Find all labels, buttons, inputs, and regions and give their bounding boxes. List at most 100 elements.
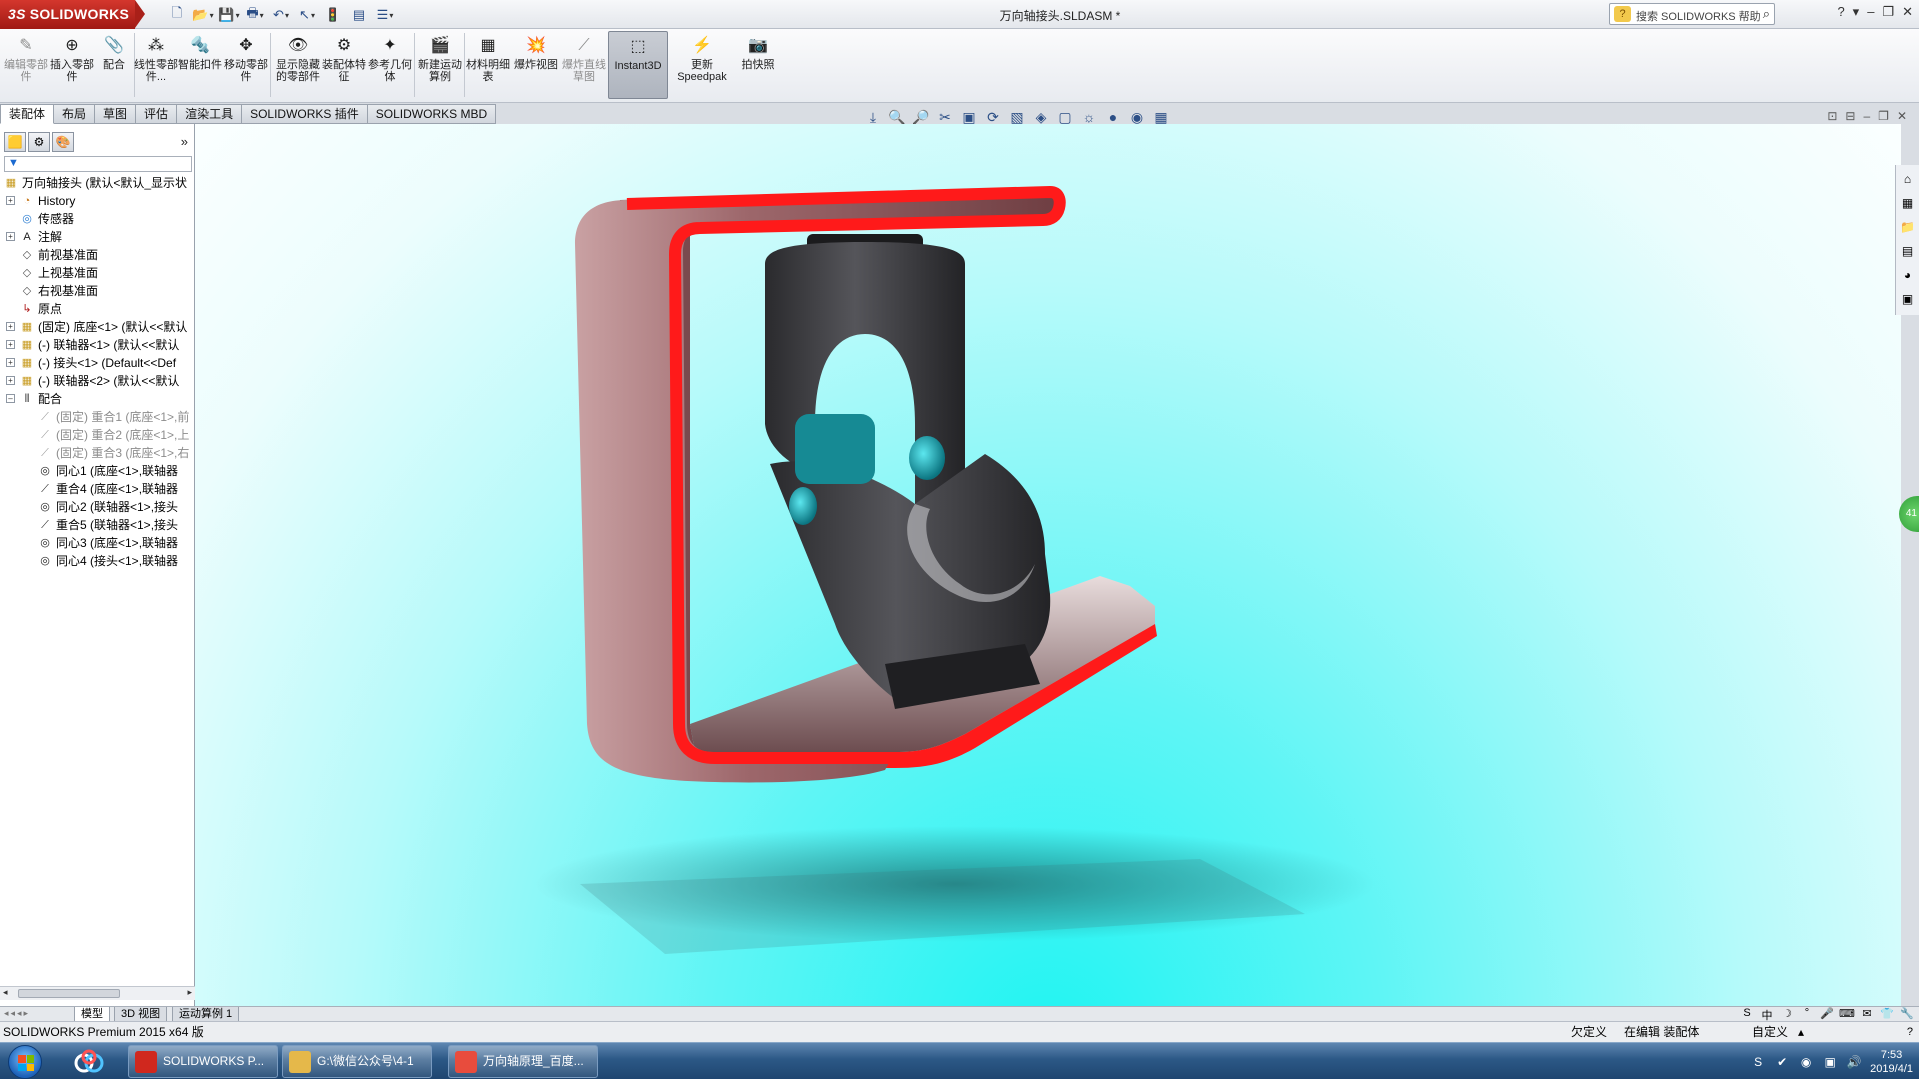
tree-expander-icon[interactable]: + [6,358,15,367]
help-icon[interactable]: ? [1837,4,1844,20]
minimize-icon[interactable]: – [1867,4,1874,20]
clock[interactable]: 7:53 2019/4/1 [1870,1048,1913,1076]
tree-node[interactable]: ◇ 右视基准面 [0,282,195,300]
move-component-button[interactable]: ✥ 移动零部件 [224,31,268,99]
tab-4[interactable]: 渲染工具 [177,104,243,124]
tree-node[interactable]: – ⫴ 配合 [0,390,195,408]
help-dropdown-icon[interactable]: ▾ [1853,4,1860,20]
feature-manager-tab-icon[interactable]: 🟨 [4,132,26,152]
tree-expander-icon[interactable]: + [6,376,15,385]
save-button[interactable]: 💾 ▾ [218,5,240,25]
rebuild-button[interactable]: 🚦 [322,5,344,25]
tree-node[interactable]: ⟋ (固定) 重合3 (底座<1>,右 [0,444,195,462]
tree-node[interactable]: ⟋ 重合5 (联轴器<1>,接头 [0,516,195,534]
tab-5[interactable]: SOLIDWORKS 插件 [242,104,368,124]
search-icon[interactable]: ⌕ [1763,6,1770,22]
tree-node[interactable]: ▦ 万向轴接头 (默认<默认_显示状 [0,174,195,192]
open-button[interactable]: 📂 ▾ [192,5,214,25]
solidworks-logo[interactable]: 3S SOLIDWORKS [0,0,145,29]
edit-component-button[interactable]: ✎ 编辑零部件 [4,31,48,99]
help-search-input[interactable]: ? 搜索 SOLIDWORKS 帮助 ⌕ [1609,3,1775,25]
security-icon[interactable]: ✔ [1774,1054,1790,1070]
tile-icon[interactable]: ⊡ [1827,109,1837,123]
tree-node[interactable]: + ▦ (-) 联轴器<2> (默认<<默认 [0,372,195,390]
dropdown-arrow-icon[interactable]: ▾ [260,11,264,20]
tree-node[interactable]: ⟋ 重合4 (底座<1>,联轴器 [0,480,195,498]
tab-3[interactable]: 评估 [136,104,178,124]
exploded-view-button[interactable]: 💥 爆炸视图 [514,31,558,99]
viewport-minimize-icon[interactable]: – [1863,109,1870,123]
property-manager-tab-icon[interactable]: ⚙ [28,132,50,152]
file-properties-button[interactable]: ▤ [348,5,370,25]
new-motion-study-button[interactable]: 🎬 新建运动算例 [418,31,462,99]
volume-icon[interactable]: 🔊 [1846,1054,1862,1070]
tree-filter[interactable]: ▼ [4,156,192,172]
tree-node[interactable]: ◇ 上视基准面 [0,264,195,282]
design-library-icon[interactable]: ▦ [1899,193,1917,213]
options-button[interactable]: ☰ ▾ [374,5,396,25]
bottom-tab-2[interactable]: 运动算例 1 [172,1007,240,1022]
panel-expand-icon[interactable]: » [181,134,188,149]
tree-expander-icon[interactable]: + [6,322,15,331]
tab-6[interactable]: SOLIDWORKS MBD [367,104,497,124]
performance-badge[interactable]: 41 [1899,496,1919,532]
show-hidden-button[interactable]: 👁 显示隐藏的零部件 [276,31,320,99]
reference-geometry-button[interactable]: ✦ 参考几何体 [368,31,412,99]
tree-node[interactable]: ◇ 前视基准面 [0,246,195,264]
tree-node[interactable]: ⟋ (固定) 重合2 (底座<1>,上 [0,426,195,444]
tree-expander-icon[interactable]: + [6,232,15,241]
smart-fasteners-button[interactable]: 🔩 智能扣件 [178,31,222,99]
logo-menu-arrow-icon[interactable] [135,0,145,28]
bottom-tab-1[interactable]: 3D 视图 [114,1007,168,1022]
dropdown-arrow-icon[interactable]: ▾ [285,11,289,20]
dropdown-arrow-icon[interactable]: ▾ [210,11,214,20]
tree-node[interactable]: ◎ 同心3 (底座<1>,联轴器 [0,534,195,552]
explode-line-button[interactable]: ⟋ 爆炸直线草图 [562,31,606,99]
tree-node[interactable]: + ▦ (-) 联轴器<1> (默认<<默认 [0,336,195,354]
update-speedpak-button[interactable]: ⚡ 更新Speedpak [672,31,732,99]
sogou-icon[interactable]: S [1750,1054,1766,1070]
home-icon[interactable]: ⌂ [1899,169,1917,189]
new-button[interactable]: 🗋 [166,5,188,25]
network-status-icon[interactable]: ◉ [1798,1054,1814,1070]
bottom-tab-0[interactable]: 模型 [74,1007,110,1022]
tree-node[interactable]: ⟋ (固定) 重合1 (底座<1>,前 [0,408,195,426]
tree-expander-icon[interactable]: + [6,196,15,205]
taskbar-explorer[interactable]: G:\微信公众号\4-1 [282,1045,432,1078]
bom-button[interactable]: ▦ 材料明细表 [466,31,510,99]
tree-node[interactable]: ◎ 同心1 (底座<1>,联轴器 [0,462,195,480]
tab-1[interactable]: 布局 [54,104,96,124]
universal-joint-model[interactable] [195,124,1901,1006]
view-palette-icon[interactable]: ▤ [1899,241,1917,261]
start-button[interactable] [8,1045,42,1079]
baidu-netdisk-icon[interactable] [68,1047,110,1077]
undo-button[interactable]: ↶ ▾ [270,5,292,25]
tree-expander-icon[interactable]: – [6,394,15,403]
scroll-right-icon[interactable]: ▸ [187,987,192,998]
tree-node[interactable]: ◎ 同心2 (联轴器<1>,接头 [0,498,195,516]
dropdown-arrow-icon[interactable]: ▾ [311,11,315,20]
insert-components-button[interactable]: ⊕ 插入零部件 [50,31,94,99]
assembly-features-button[interactable]: ⚙ 装配体特征 [322,31,366,99]
tab-0[interactable]: 装配体 [0,104,55,124]
units-selector[interactable]: 自定义 ▴ [1752,1022,1804,1042]
tree-horizontal-scrollbar[interactable]: ◂ ▸ [0,986,195,1000]
split-icon[interactable]: ⊟ [1845,109,1855,123]
tab-navigation-icons[interactable]: ◂◂◂▸ [4,1008,30,1019]
tree-node[interactable]: ◎ 同心4 (接头<1>,联轴器 [0,552,195,570]
dropdown-arrow-icon[interactable]: ▾ [236,11,240,20]
custom-properties-icon[interactable]: ▣ [1899,289,1917,309]
tab-2[interactable]: 草图 [95,104,137,124]
taskbar-solidworks[interactable]: SOLIDWORKS P... [128,1045,278,1078]
dropdown-arrow-icon[interactable]: ▾ [389,11,393,20]
display-icon[interactable]: ▣ [1822,1054,1838,1070]
tree-node[interactable]: + ◔ History [0,192,195,210]
tree-node[interactable]: ◎ 传感器 [0,210,195,228]
snapshot-button[interactable]: 📷 拍快照 [736,31,780,99]
tree-node[interactable]: ↳ 原点 [0,300,195,318]
display-manager-tab-icon[interactable]: 🎨 [52,132,74,152]
restore-icon[interactable]: ❐ [1882,4,1894,20]
scroll-thumb[interactable] [18,989,120,998]
tree-node[interactable]: + ▦ (固定) 底座<1> (默认<<默认 [0,318,195,336]
linear-pattern-button[interactable]: ⁂ 线性零部件... [134,31,178,99]
